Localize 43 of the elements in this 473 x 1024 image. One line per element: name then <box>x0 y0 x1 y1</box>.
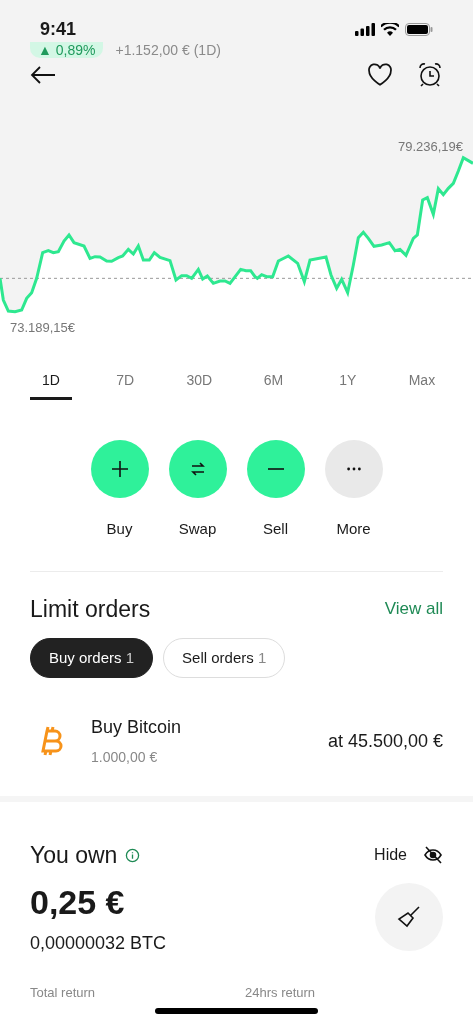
sell-button[interactable] <box>246 440 305 498</box>
order-amount: 1.000,00 € <box>91 748 159 767</box>
action-label: Buy <box>106 519 133 539</box>
action-label: Sell <box>263 519 288 539</box>
change-amount: +1.152,00 € (1D) <box>115 42 221 58</box>
low-price-label: 73.189,15€ <box>10 319 76 337</box>
order-row[interactable]: Buy Bitcoin 1.000,00 € at 45.500,00 € <box>0 706 473 776</box>
battery-icon <box>405 22 433 36</box>
section-title: You own <box>30 841 118 870</box>
period-tab[interactable]: 7D <box>104 370 147 400</box>
eye-off-icon <box>423 846 443 865</box>
day-return-label: 24hrs return <box>245 983 316 1002</box>
swap-button[interactable] <box>168 440 227 498</box>
action-label: Swap <box>178 519 217 539</box>
period-tab[interactable]: 1D <box>30 370 72 400</box>
heart-icon[interactable] <box>367 63 393 87</box>
section-title: Limit orders <box>30 594 151 624</box>
broom-icon <box>396 903 422 930</box>
holding-crypto-amount: 0,00000032 BTC <box>30 931 167 955</box>
period-tab[interactable]: 1Y <box>326 370 369 400</box>
alarm-clock-icon[interactable] <box>417 62 443 88</box>
order-filter-chip[interactable]: Sell orders 1 <box>163 638 286 678</box>
period-tab[interactable]: 6M <box>252 370 295 400</box>
status-time: 9:41 <box>40 17 77 41</box>
minus-icon <box>266 468 285 470</box>
total-return-label: Total return <box>30 983 97 1002</box>
period-tab[interactable]: Max <box>400 370 443 400</box>
info-icon[interactable] <box>125 847 141 863</box>
order-filter-chip[interactable]: Buy orders 1 <box>30 638 154 678</box>
change-percent-badge: ▲ 0,89% <box>30 42 104 58</box>
hide-button[interactable]: Hide <box>374 843 443 868</box>
order-title: Buy Bitcoin <box>91 716 183 739</box>
order-price: at 45.500,00 € <box>327 729 443 753</box>
wifi-icon <box>381 22 399 36</box>
high-price-label: 79.236,19€ <box>397 138 463 156</box>
action-label: More <box>336 519 371 539</box>
holding-value: 0,25 € <box>30 881 126 923</box>
view-all-link[interactable]: View all <box>384 596 443 622</box>
period-tab[interactable]: 30D <box>178 370 221 400</box>
back-arrow-icon[interactable] <box>30 65 56 85</box>
more-icon <box>346 467 361 471</box>
buy-button[interactable] <box>90 440 149 498</box>
signal-icon <box>355 22 375 36</box>
